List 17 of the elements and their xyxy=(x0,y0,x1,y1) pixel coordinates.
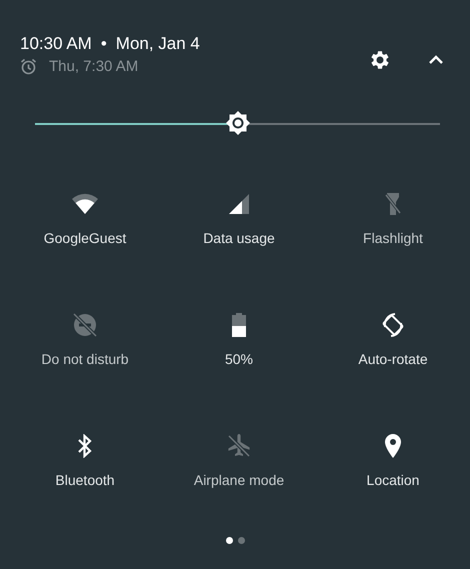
quick-setting-tile[interactable]: GoogleGuest xyxy=(8,182,162,303)
brightness-thumb-icon[interactable] xyxy=(224,110,250,136)
quick-setting-tile[interactable]: Location xyxy=(316,424,470,545)
date: Mon, Jan 4 xyxy=(116,34,200,54)
separator-dot: • xyxy=(100,34,107,54)
quick-setting-tile[interactable]: Bluetooth xyxy=(8,424,162,545)
quick-setting-tile[interactable]: Airplane mode xyxy=(162,424,316,545)
quick-setting-tile[interactable]: Do not disturb xyxy=(8,303,162,424)
brightness-slider[interactable] xyxy=(35,111,440,137)
alarm-time: Thu, 7:30 AM xyxy=(49,58,138,75)
alarm-clock-icon xyxy=(20,58,37,75)
quick-setting-tile[interactable]: 50% xyxy=(162,303,316,424)
quick-setting-tile[interactable]: Flashlight xyxy=(316,182,470,303)
quick-setting-tile[interactable]: Data usage xyxy=(162,182,316,303)
collapse-chevron-icon[interactable] xyxy=(428,55,444,65)
time: 10:30 AM xyxy=(20,34,92,54)
quick-setting-tile[interactable]: Auto-rotate xyxy=(316,303,470,424)
